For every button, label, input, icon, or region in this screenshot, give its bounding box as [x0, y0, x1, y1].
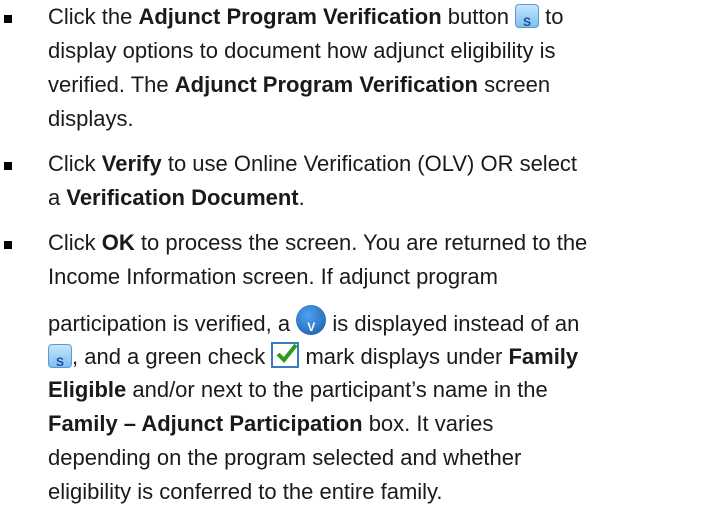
bullet-2-line-2: a Verification Document. — [48, 185, 305, 210]
bullet-3-line-4: , and a green check mark displays under … — [48, 342, 578, 376]
bullet-2-line-1: Click Verify to use Online Verification … — [48, 151, 578, 176]
bullet-1-line-2: display options to document how adjunct … — [48, 38, 556, 63]
s-verify-icon — [515, 4, 540, 36]
bullet-1-line-3: verified. The Adjunct Program Verificati… — [48, 72, 551, 97]
bullet-3-line-7: depending on the program selected and wh… — [48, 445, 522, 470]
bullet-1-line-4: displays. — [48, 106, 134, 131]
instruction-document: Click the Adjunct Program Verification b… — [0, 0, 717, 532]
bullet-marker — [4, 15, 12, 23]
bullet-3-line-8: eligibility is conferred to the entire f… — [48, 479, 443, 504]
bullet-3-line-6: Family – Adjunct Participation box. It v… — [48, 411, 494, 436]
s-verify-icon — [48, 344, 72, 376]
bullet-marker — [4, 241, 12, 249]
bullet-3-line-2: Income Information screen. If adjunct pr… — [48, 264, 498, 289]
bullet-3-line-5: Eligible and/or next to the participant’… — [48, 377, 548, 402]
bullet-marker — [4, 162, 12, 170]
bullet-3-line-3: participation is verified, a is displaye… — [48, 305, 579, 341]
green-check-icon — [271, 342, 300, 368]
v-verified-icon — [296, 305, 327, 341]
bullet-3-line-1: Click OK to process the screen. You are … — [48, 230, 588, 255]
bullet-1-line-1: Click the Adjunct Program Verification b… — [48, 3, 564, 36]
